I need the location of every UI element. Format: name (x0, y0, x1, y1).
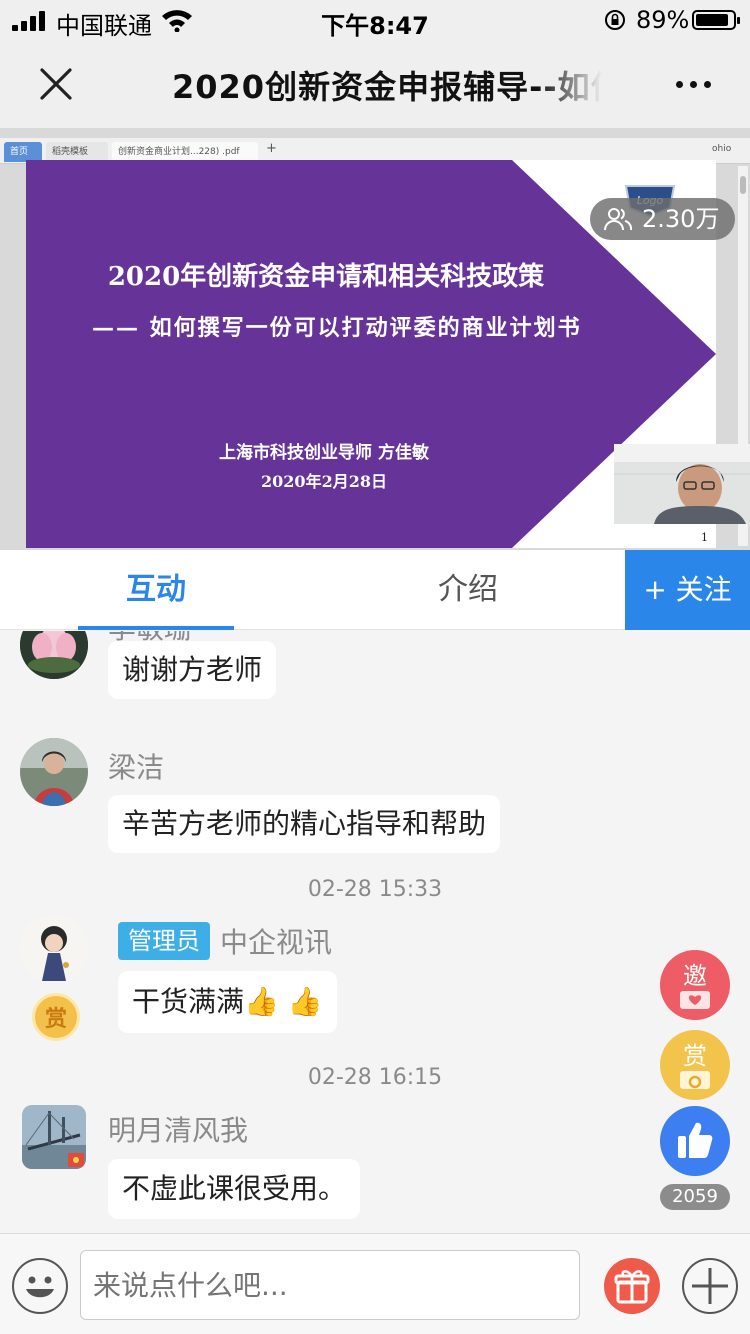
thumbs-up-icon (678, 1122, 713, 1158)
slide-author: 上海市科技创业导师 方佳敏 (219, 443, 429, 463)
avatar (20, 915, 88, 983)
screen: 中国联通 下午8:47 89% 2020创新资金申报辅导--如何撰写一份可以打动… (0, 0, 750, 1334)
like-count: 2059 (660, 1184, 730, 1210)
live-video[interactable]: 首页 稻壳模板 创新资金商业计划...228) .pdf + ohio Logo… (0, 128, 750, 550)
admin-badge: 管理员 (118, 922, 210, 960)
message-bubble: 谢谢方老师 (108, 641, 277, 699)
tab-interact[interactable]: 互动 (78, 550, 234, 630)
viewer-count: 2.30万 (642, 205, 720, 233)
tab-bar: 互动 介绍 + 关注 (0, 550, 750, 630)
emoji-icon (26, 1276, 54, 1298)
sender-name: 中企视讯 (220, 926, 333, 959)
avatar (20, 631, 88, 679)
reward-button[interactable]: 赏 (660, 1030, 730, 1100)
invite-button[interactable]: 邀 (660, 950, 730, 1020)
people-icon (604, 208, 632, 231)
tab-intro[interactable]: 介绍 (390, 550, 546, 630)
avatar (20, 738, 88, 806)
follow-button[interactable]: + 关注 (625, 550, 750, 630)
slide-title: 2020年创新资金申请和相关科技政策 (107, 262, 545, 292)
slide-page-number: 1 (701, 531, 708, 544)
envelope-heart-icon (680, 991, 710, 1009)
like-button[interactable] (660, 1106, 730, 1176)
slide-date: 2020年2月28日 (261, 472, 387, 491)
bottom-bar (0, 1233, 750, 1334)
comment-input[interactable] (80, 1250, 580, 1320)
status-bar: 中国联通 下午8:47 89% (0, 0, 750, 40)
more-icon[interactable] (672, 70, 716, 98)
browser-tab-templates: 稻壳模板 (46, 142, 108, 162)
message-bubble: 干货满满👍 👍 (118, 971, 337, 1033)
browser-tab-home: 首页 (4, 142, 42, 162)
chat-list[interactable]: 李敏珊 谢谢方老师 梁洁 辛苦方老师的精心指导和帮助 02-28 15:33 (0, 631, 750, 1233)
reward-label: 赏 (683, 1042, 707, 1070)
slide-subtitle: —— 如何撰写一份可以打动评委的商业计划书 (92, 315, 582, 341)
reward-badge: 赏 (32, 993, 80, 1041)
browser-user: ohio (712, 144, 732, 154)
invite-label: 邀 (683, 962, 707, 990)
browser-tab-pdf: 创新资金商业计划...228) .pdf (112, 142, 258, 162)
sender-name: 明月清风我 (108, 1114, 249, 1147)
new-tab-icon: + (266, 141, 277, 156)
battery-icon (692, 10, 740, 30)
avatar (22, 1105, 86, 1169)
gift-icon (614, 1270, 650, 1304)
nav-bar: 2020创新资金申报辅导--如何撰写一份可以打动评委的商业计划书 (0, 40, 750, 128)
battery-percent: 89% (636, 6, 690, 34)
coin-icon (680, 1071, 710, 1089)
timestamp: 02-28 15:33 (307, 877, 443, 902)
page-title: 2020创新资金申报辅导--如何撰写一份可以打动评委的商业计划书 (172, 68, 602, 106)
emoji-button[interactable] (12, 1258, 68, 1314)
presenter-image (614, 444, 750, 524)
presenter-camera[interactable] (614, 444, 750, 524)
more-actions-button[interactable] (682, 1258, 738, 1314)
message-bubble: 不虚此课很受用。 (108, 1159, 361, 1219)
close-icon[interactable] (36, 64, 76, 104)
rotation-lock-icon (605, 10, 625, 30)
sender-name-row: 管理员 中企视讯 (118, 921, 332, 961)
plus-icon (692, 1268, 728, 1304)
sender-name: 梁洁 (108, 751, 165, 784)
message-bubble: 辛苦方老师的精心指导和帮助 (108, 795, 501, 853)
gift-button[interactable] (604, 1258, 660, 1314)
viewer-count-badge: 2.30万 (590, 198, 736, 240)
timestamp: 02-28 16:15 (307, 1065, 443, 1090)
